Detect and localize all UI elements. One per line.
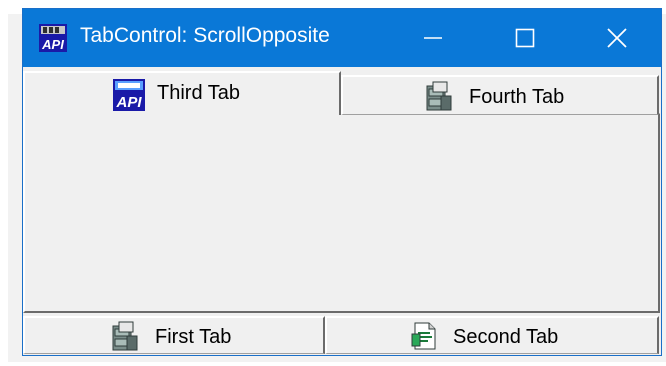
tab-fourth-label: Fourth Tab — [469, 86, 565, 108]
window-title: TabControl: ScrollOpposite — [80, 24, 330, 47]
minimize-button[interactable] — [387, 9, 479, 67]
close-icon — [607, 28, 627, 48]
api-logo-icon: API — [39, 24, 67, 52]
minimize-icon — [424, 37, 442, 39]
tab-first[interactable]: First Tab — [23, 316, 325, 354]
cabinet-icon — [426, 81, 452, 111]
tab-second[interactable]: Second Tab — [325, 316, 659, 354]
tab-first-label: First Tab — [155, 326, 232, 348]
tab-content-panel — [23, 113, 660, 313]
tab-third-label: Third Tab — [157, 82, 241, 104]
document-icon — [411, 322, 436, 350]
title-bar[interactable]: API TabControl: ScrollOpposite — [23, 9, 661, 67]
api-logo-icon: API — [113, 79, 145, 111]
tab-row-bottom: First Tab Second Tab — [23, 316, 661, 354]
tab-third[interactable]: API Third Tab — [23, 71, 341, 115]
tab-row-top: API Third Tab Fourth Tab — [23, 71, 661, 115]
close-button[interactable] — [571, 9, 663, 67]
tab-fourth[interactable]: Fourth Tab — [341, 75, 659, 115]
svg-text:API: API — [41, 37, 64, 52]
app-window: API TabControl: ScrollOpposite API Third… — [22, 8, 662, 356]
cabinet-icon — [112, 321, 138, 351]
maximize-button[interactable] — [479, 9, 571, 67]
maximize-icon — [515, 28, 535, 48]
svg-text:API: API — [115, 94, 142, 111]
tab-second-label: Second Tab — [453, 326, 559, 348]
